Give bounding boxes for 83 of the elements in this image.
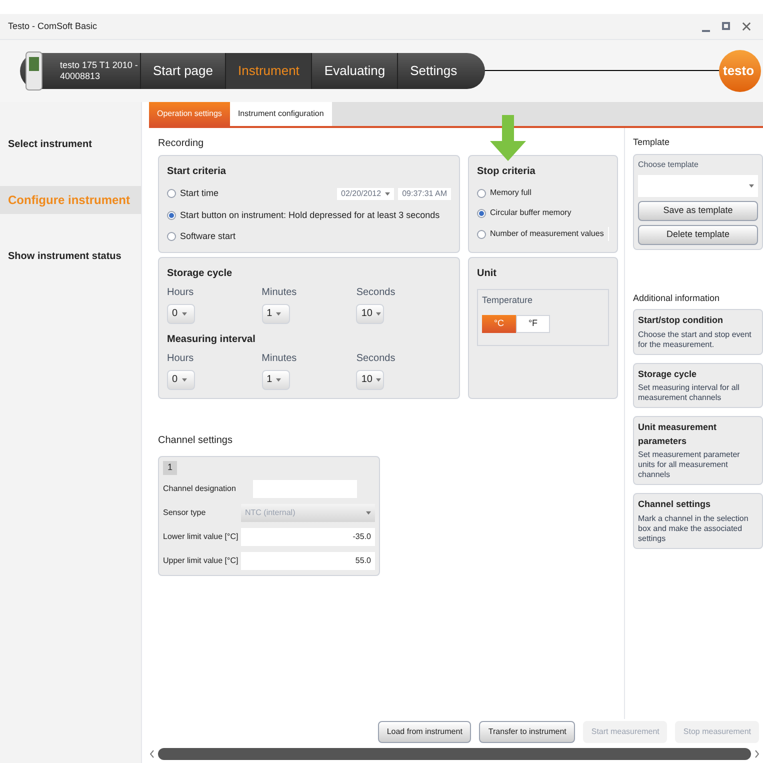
- caret-icon: [182, 312, 187, 316]
- field-label: Channel designation: [163, 482, 237, 494]
- number-field[interactable]: -35.0: [241, 528, 375, 546]
- radio-button[interactable]: [167, 189, 176, 198]
- channel-number[interactable]: 1: [163, 460, 177, 474]
- caret-icon: [376, 378, 382, 382]
- field-label: Seconds: [356, 352, 396, 366]
- window-title: Testo - ComSoft Basic: [8, 20, 98, 33]
- device-name: testo 175 T1 2010 - 40008813: [60, 60, 139, 82]
- scroll-right-icon[interactable]: [755, 750, 759, 758]
- group-title: Storage cycle: [167, 266, 234, 280]
- scrollbar-thumb[interactable]: [158, 748, 751, 760]
- sidebar-item[interactable]: Select instrument: [0, 130, 141, 158]
- field-label: Hours: [167, 286, 195, 300]
- close-icon[interactable]: [742, 22, 751, 30]
- date-field[interactable]: 02/20/2012: [337, 188, 394, 200]
- card-text: Mark a channel in the selection box and make the associated settings: [638, 514, 750, 544]
- template-button[interactable]: Save as template: [638, 200, 758, 220]
- radio-button[interactable]: [477, 188, 486, 198]
- nav-tab[interactable]: Instrument: [225, 53, 312, 89]
- sub-tab[interactable]: Instrument configuration: [230, 102, 332, 126]
- field-label: Lower limit value [°C]: [163, 530, 237, 542]
- minimize-icon[interactable]: [702, 30, 710, 32]
- time-field[interactable]: 09:37:31 AM: [398, 188, 451, 200]
- radio-button[interactable]: [477, 230, 486, 238]
- spin-field[interactable]: 1: [262, 370, 290, 390]
- field-label: Choose template: [638, 158, 700, 170]
- spin-field[interactable]: 1: [262, 304, 290, 324]
- card-text: Set measurement parameter units for all measurement channels: [638, 450, 741, 480]
- card-title: Start/stop condition: [638, 314, 724, 327]
- field-label: Seconds: [356, 286, 396, 300]
- action-button[interactable]: Load from instrument: [378, 721, 472, 743]
- field-label: Sensor type: [163, 506, 207, 518]
- group-title: Stop criteria: [477, 165, 536, 179]
- group-title: Measuring interval: [167, 332, 256, 346]
- caret-icon: [276, 378, 282, 382]
- caret-icon: [182, 378, 187, 382]
- nav-tab[interactable]: Settings: [397, 53, 470, 89]
- field-label: Minutes: [262, 352, 298, 366]
- card-text: Choose the start and stop event for the measurement.: [638, 330, 752, 350]
- field-label: Temperature: [482, 294, 534, 307]
- section-title: Additional information: [633, 292, 721, 304]
- section-title: Channel settings: [158, 434, 234, 448]
- radio-label: Software start: [180, 230, 236, 243]
- scroll-left-icon[interactable]: [150, 750, 154, 758]
- caret-icon: [276, 312, 282, 316]
- spin-field[interactable]: 0: [167, 304, 195, 324]
- section-title: Template: [633, 136, 671, 149]
- card-title: Storage cycle: [638, 368, 698, 381]
- spin-field[interactable]: 0: [167, 370, 195, 390]
- radio-label: Start time: [180, 187, 219, 200]
- radio-label: Circular buffer memory: [490, 207, 572, 219]
- data-logger-icon: [24, 51, 44, 91]
- nav-tab[interactable]: Evaluating: [311, 53, 398, 89]
- group-title: Unit: [477, 266, 498, 280]
- card-title: Channel settings: [638, 498, 712, 511]
- caret-icon: [385, 192, 390, 196]
- spin-field[interactable]: 10: [356, 370, 384, 390]
- field-label: Minutes: [262, 286, 298, 300]
- caret-icon: [376, 312, 382, 316]
- radio-button[interactable]: [167, 232, 176, 242]
- restore-icon[interactable]: [722, 22, 730, 30]
- group-title: Start criteria: [167, 165, 227, 179]
- action-button[interactable]: Transfer to instrument: [479, 721, 576, 743]
- radio-button[interactable]: [477, 208, 486, 218]
- brand-logo: testo: [719, 50, 761, 92]
- section-title: Recording: [158, 137, 205, 151]
- template-button[interactable]: Delete template: [638, 224, 758, 244]
- spin-field[interactable]: 10: [356, 304, 384, 324]
- caret-icon: [749, 184, 754, 188]
- down-arrow-icon: [488, 115, 528, 161]
- field-label: Hours: [167, 352, 195, 366]
- field-label: Upper limit value [°C]: [163, 554, 237, 566]
- card-title: Unit measurement parameters: [638, 421, 718, 448]
- sidebar-item[interactable]: Show instrument status: [0, 242, 141, 270]
- radio-label: Start button on instrument: Hold depressed for at least 3 seconds: [180, 208, 440, 222]
- unit-toggle[interactable]: °F: [516, 315, 550, 333]
- card-text: Set measuring interval for all measurement channels: [638, 383, 740, 403]
- radio-button[interactable]: [167, 210, 176, 220]
- caret-icon: [366, 510, 371, 514]
- number-field[interactable]: 55.0: [241, 552, 375, 570]
- radio-label: Number of measurement values: [490, 228, 604, 240]
- radio-label: Memory full: [490, 187, 532, 199]
